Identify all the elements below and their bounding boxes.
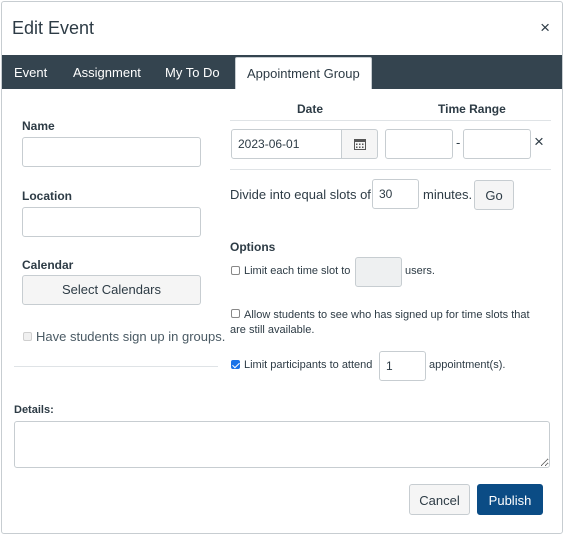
end-time-input[interactable]: [463, 129, 531, 159]
schedule-header-divider: [230, 120, 551, 121]
limit-slot-checkbox[interactable]: [231, 266, 240, 275]
minutes-label: minutes.: [423, 187, 473, 202]
close-icon[interactable]: ×: [540, 18, 550, 38]
name-input[interactable]: [22, 137, 201, 167]
go-button[interactable]: Go: [474, 180, 514, 210]
start-time-input[interactable]: [385, 129, 453, 159]
tab-appointment-group[interactable]: Appointment Group: [235, 57, 372, 89]
publish-button[interactable]: Publish: [477, 484, 543, 515]
time-range-dash: -: [456, 135, 461, 150]
remove-time-slot-icon[interactable]: ×: [534, 132, 544, 152]
limit-slot-input[interactable]: [355, 257, 402, 287]
calendar-picker-button[interactable]: [342, 129, 378, 159]
details-label: Details:: [14, 404, 54, 416]
calendar-icon: [353, 139, 366, 150]
cancel-button[interactable]: Cancel: [409, 484, 470, 515]
left-divider: [14, 366, 218, 367]
tab-bar: Event Assignment My To Do Appointment Gr…: [2, 55, 562, 89]
limit-slot-label: Limit each time slot to: [244, 265, 351, 277]
appointments-label: appointment(s).: [429, 359, 506, 371]
tab-assignment[interactable]: Assignment: [73, 55, 141, 89]
location-label: Location: [22, 189, 72, 203]
tab-my-to-do[interactable]: My To Do: [165, 55, 220, 89]
groups-checkbox[interactable]: [23, 332, 32, 341]
tab-event[interactable]: Event: [14, 55, 47, 89]
limit-slot-users-label: users.: [405, 265, 435, 277]
edit-event-dialog: Edit Event × Event Assignment My To Do A…: [1, 1, 563, 534]
limit-participants-input[interactable]: [379, 351, 426, 381]
date-header: Date: [297, 102, 324, 116]
calendar-label: Calendar: [22, 258, 74, 272]
details-textarea[interactable]: [14, 421, 550, 468]
divide-slots-label: Divide into equal slots of: [230, 187, 371, 202]
limit-participants-checkbox[interactable]: [231, 360, 240, 369]
location-input[interactable]: [22, 207, 201, 237]
dialog-title: Edit Event: [12, 18, 95, 38]
groups-checkbox-label: Have students sign up in groups.: [36, 329, 226, 344]
schedule-row-divider: [230, 169, 551, 170]
allow-see-signups-label: Allow students to see who has signed up …: [230, 309, 530, 336]
name-label: Name: [22, 119, 55, 133]
date-input[interactable]: [231, 129, 342, 159]
limit-participants-label: Limit participants to attend: [244, 359, 373, 371]
time-range-header: Time Range: [438, 102, 506, 116]
slot-minutes-input[interactable]: [372, 179, 419, 209]
options-header: Options: [230, 240, 276, 254]
select-calendars-button[interactable]: Select Calendars: [22, 275, 201, 305]
dialog-header: Edit Event ×: [2, 2, 562, 55]
